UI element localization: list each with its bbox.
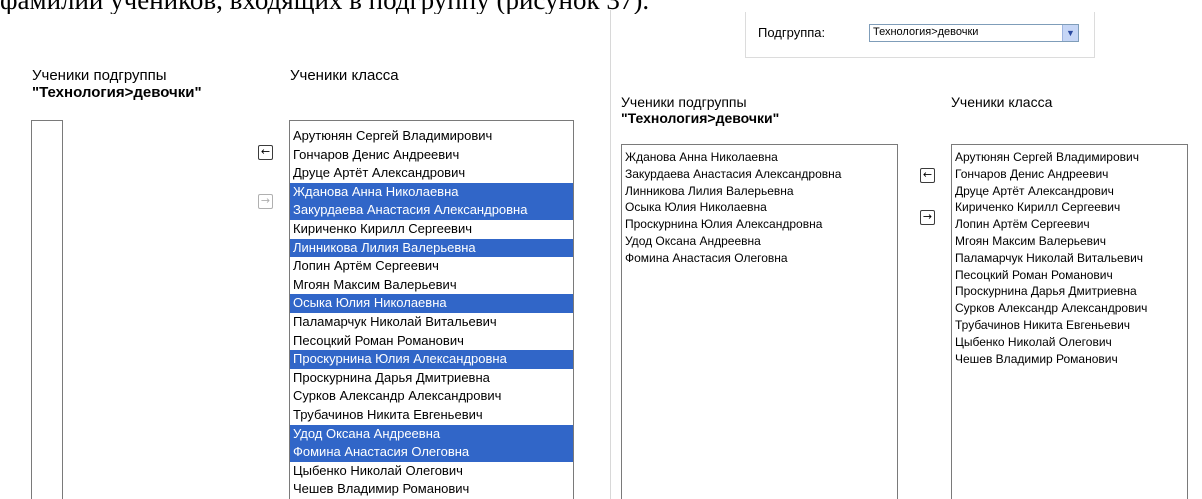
subgroup-select-value: Технология>девочки [873,26,979,38]
list-item[interactable]: Кириченко Кирилл Сергеевич [952,199,1187,216]
list-item[interactable]: Проскурнина Дарья Дмитриевна [290,369,573,388]
list-item[interactable]: Фомина Анастасия Олеговна [290,443,573,462]
list-item[interactable]: Жданова Анна Николаевна [290,182,573,202]
list-item[interactable]: Удод Оксана Андреевна [290,424,573,444]
subgroup-students-list[interactable] [31,120,63,499]
list-item[interactable]: Кириченко Кирилл Сергеевич [290,220,573,239]
list-item[interactable]: Осыка Юлия Николаевна [622,199,897,216]
list-item[interactable]: Удод Оксана Андреевна [622,233,897,250]
list-item[interactable]: Осыка Юлия Николаевна [290,294,573,313]
list-item[interactable]: Арутюнян Сергей Владимирович [952,149,1187,166]
list-item[interactable]: Мгоян Максим Валерьевич [290,276,573,295]
list-item[interactable]: Лопин Артём Сергеевич [952,216,1187,233]
subgroup-title: Ученики подгруппы [32,67,167,84]
subgroup-select[interactable]: Технология>девочки ▼ [869,24,1079,42]
list-item[interactable]: Чешев Владимир Романович [290,480,573,499]
list-item[interactable]: Мгоян Максим Валерьевич [952,233,1187,250]
subgroup-filter-label: Подгруппа: [758,25,826,40]
list-item[interactable]: Линникова Лилия Валерьевна [290,238,573,258]
list-item[interactable]: Гончаров Денис Андреевич [290,146,573,165]
list-item[interactable]: Проскурнина Юлия Александровна [622,216,897,233]
list-item[interactable]: Трубачинов Никита Евгеньевич [290,406,573,425]
subgroup-name: "Технология>девочки" [32,84,202,101]
list-item[interactable]: Друце Артёт Александрович [290,164,573,183]
list-item[interactable]: Песоцкий Роман Романович [290,332,573,351]
list-item[interactable]: Сурков Александр Александрович [290,387,573,406]
list-item[interactable]: Песоцкий Роман Романович [952,267,1187,284]
add-to-subgroup-button[interactable]: ← [258,145,273,160]
chevron-down-icon[interactable]: ▼ [1062,25,1078,41]
list-item[interactable]: Проскурнина Дарья Дмитриевна [952,283,1187,300]
subgroup-name: "Технология>девочки" [621,110,780,126]
list-item[interactable]: Фомина Анастасия Олеговна [622,250,897,267]
remove-from-subgroup-button[interactable]: → [920,210,935,225]
class-students-list[interactable]: Арутюнян Сергей Владимирович Гончаров Ден… [951,144,1188,499]
class-heading-right: Ученики класса [951,94,1053,110]
add-to-subgroup-button[interactable]: ← [920,168,935,183]
subgroup-heading: Ученики подгруппы "Технология>девочки" [32,67,202,101]
list-item[interactable]: Друце Артёт Александрович [952,183,1187,200]
subgroup-filter-bar: Подгруппа: Технология>девочки ▼ [745,12,1095,58]
list-item[interactable]: Арутюнян Сергей Владимирович [290,127,573,146]
list-item[interactable]: Сурков Александр Александрович [952,300,1187,317]
list-item[interactable]: Цыбенко Николай Олегович [290,462,573,481]
class-heading: Ученики класса [290,67,399,84]
subgroup-students-list[interactable]: Жданова Анна Николаевна Закурдаева Анаста… [621,144,898,499]
list-item[interactable]: Чешев Владимир Романович [952,351,1187,368]
list-item[interactable]: Трубачинов Никита Евгеньевич [952,317,1187,334]
list-item[interactable]: Цыбенко Николай Олегович [952,334,1187,351]
list-item[interactable]: Жданова Анна Николаевна [622,149,897,166]
list-item[interactable]: Закурдаева Анастасия Александровна [290,201,573,220]
subgroup-heading-right: Ученики подгруппы "Технология>девочки" [621,94,779,126]
list-item[interactable]: Закурдаева Анастасия Александровна [622,166,897,183]
list-item[interactable]: Паламарчук Николай Витальевич [290,313,573,332]
list-item[interactable]: Лопин Артём Сергеевич [290,257,573,276]
list-item[interactable]: Гончаров Денис Андреевич [952,166,1187,183]
list-item[interactable]: Проскурнина Юлия Александровна [290,350,573,369]
list-item[interactable]: Паламарчук Николай Витальевич [952,250,1187,267]
subgroup-title: Ученики подгруппы [621,94,747,110]
list-item[interactable]: Линникова Лилия Валерьевна [622,183,897,200]
class-students-list[interactable]: Арутюнян Сергей Владимирович Гончаров Ден… [289,120,574,499]
remove-from-subgroup-button[interactable]: → [258,194,273,209]
